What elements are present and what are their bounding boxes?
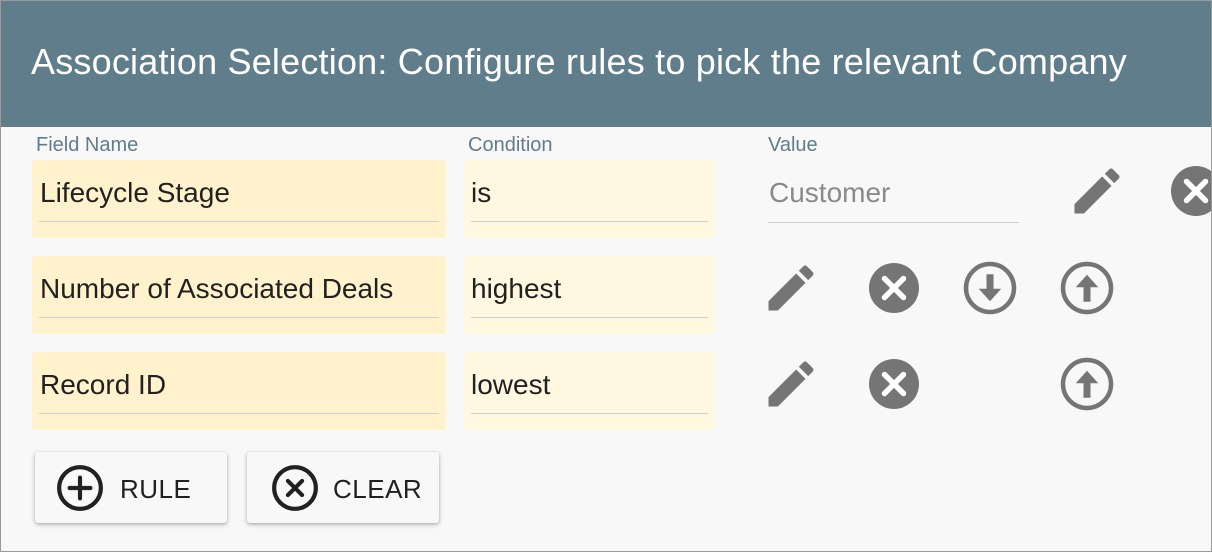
rule-2-field-name-input[interactable]: Number of Associated Deals	[32, 256, 446, 334]
rule-1-condition-value: is	[471, 177, 492, 208]
page-title: Association Selection: Configure rules t…	[31, 41, 1127, 82]
rule-3-field-name-value: Record ID	[40, 369, 167, 400]
arrow-up-circle-icon	[1060, 357, 1114, 411]
field-underline	[471, 317, 708, 318]
rule-2-move-down-button[interactable]	[960, 258, 1020, 318]
rules-panel: Association Selection: Configure rules t…	[0, 0, 1212, 552]
rule-1-field-name-input[interactable]: Lifecycle Stage	[32, 160, 446, 238]
rule-1-remove-button[interactable]	[1166, 161, 1211, 221]
plus-circle-icon	[55, 463, 105, 513]
rule-1-value-input[interactable]: Customer	[768, 159, 1019, 225]
add-rule-label: RULE	[120, 474, 192, 504]
rule-1-field-name-value: Lifecycle Stage	[40, 177, 230, 208]
close-circle-icon	[869, 263, 919, 313]
rule-2-move-up-button[interactable]	[1057, 258, 1117, 318]
rule-3-edit-button[interactable]	[761, 354, 821, 414]
value-column-label: Value	[768, 134, 818, 156]
rule-1-condition-select[interactable]: is	[464, 160, 715, 238]
rule-3-remove-button[interactable]	[864, 354, 924, 414]
field-underline	[471, 413, 708, 414]
rule-2-field-name-value: Number of Associated Deals	[40, 273, 394, 304]
rule-1-edit-button[interactable]	[1067, 161, 1127, 221]
field-underline	[39, 221, 439, 222]
rule-3-condition-value: lowest	[471, 369, 551, 400]
field-underline	[471, 221, 708, 222]
close-circle-icon	[869, 359, 919, 409]
field-underline	[768, 222, 1019, 223]
pencil-icon	[1074, 168, 1120, 214]
field-name-column-label: Field Name	[36, 134, 139, 156]
clear-button[interactable]: CLEAR	[247, 452, 439, 523]
add-rule-button[interactable]: RULE	[35, 452, 227, 523]
rule-1-value-text: Customer	[769, 177, 891, 208]
close-circle-icon	[1171, 166, 1211, 216]
rule-3-field-name-input[interactable]: Record ID	[32, 352, 446, 430]
field-underline	[39, 413, 439, 414]
rule-2-remove-button[interactable]	[864, 258, 924, 318]
field-underline	[39, 317, 439, 318]
rule-2-edit-button[interactable]	[761, 258, 821, 318]
rule-3-move-up-button[interactable]	[1057, 354, 1117, 414]
pencil-icon	[768, 361, 814, 407]
rule-2-condition-value: highest	[471, 273, 562, 304]
arrow-down-circle-icon	[963, 261, 1017, 315]
rule-2-condition-select[interactable]: highest	[464, 256, 715, 334]
arrow-up-circle-icon	[1060, 261, 1114, 315]
pencil-icon	[768, 265, 814, 311]
clear-label: CLEAR	[333, 474, 423, 504]
close-circle-outline-icon	[270, 463, 320, 513]
condition-column-label: Condition	[468, 134, 553, 156]
rule-3-condition-select[interactable]: lowest	[464, 352, 715, 430]
header-bar: Association Selection: Configure rules t…	[1, 1, 1211, 127]
